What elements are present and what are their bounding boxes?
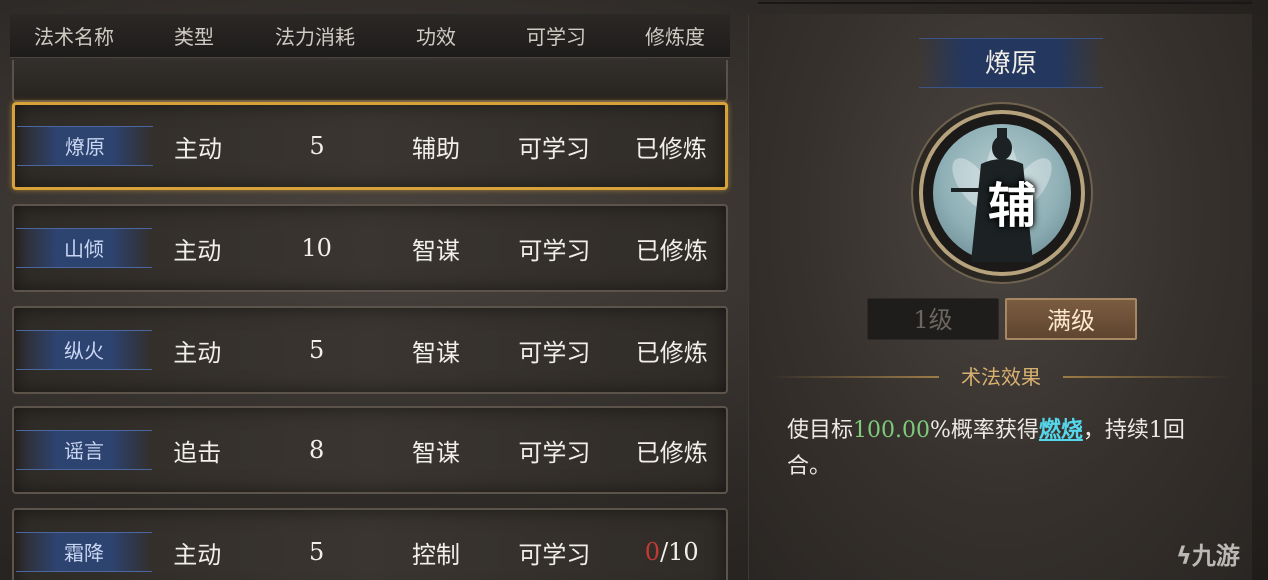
spell-progress: 已修炼 xyxy=(635,438,708,467)
table-row[interactable]: 燎原 主动 5 辅助 可学习 已修炼 xyxy=(12,102,728,190)
spell-effect: 智谋 xyxy=(411,236,460,265)
spell-type: 主动 xyxy=(173,338,222,367)
spell-type: 主动 xyxy=(173,540,222,569)
max-level-button[interactable]: 满级 xyxy=(1005,298,1137,340)
spell-learnable: 可学习 xyxy=(517,134,590,163)
spell-cost: 5 xyxy=(308,538,325,566)
spell-learnable: 可学习 xyxy=(518,338,591,367)
spell-cost: 5 xyxy=(308,336,325,364)
spell-cost: 10 xyxy=(301,234,332,262)
effect-section-header: 术法效果 xyxy=(769,364,1233,390)
spell-cost: 5 xyxy=(309,132,325,160)
spell-type-char: 辅 xyxy=(987,178,1036,234)
progress-current: 0 xyxy=(644,538,661,566)
header-name: 法术名称 xyxy=(34,25,114,49)
spell-learnable: 可学习 xyxy=(518,438,591,467)
table-header: 法术名称 类型 法力消耗 功效 可学习 修炼度 xyxy=(10,14,730,58)
table-row-partial[interactable] xyxy=(12,60,728,102)
progress-total: /10 xyxy=(660,538,699,566)
spell-effect: 控制 xyxy=(411,540,460,569)
effect-header-label: 术法效果 xyxy=(961,365,1041,389)
spell-medallion: 辅 xyxy=(919,110,1085,276)
spell-progress: 0/10 xyxy=(617,538,726,566)
effect-description: 使目标100.00%概率获得燃烧，持续1回合。 xyxy=(787,412,1227,485)
spell-detail-panel: 燎原 辅 1级 满级 术法效果 使目标100.00%概率获得燃烧，持续1回合。 xyxy=(748,14,1252,580)
table-row[interactable]: 谣言 追击 8 智谋 可学习 已修炼 xyxy=(12,406,728,494)
spell-name: 燎原 xyxy=(17,126,153,166)
table-row[interactable]: 霜降 主动 5 控制 可学习 0/10 xyxy=(12,508,728,580)
spell-name: 纵火 xyxy=(16,330,152,370)
spell-name: 谣言 xyxy=(16,430,152,470)
watermark-text: 九游 xyxy=(1191,542,1240,570)
spell-learnable: 可学习 xyxy=(518,540,591,569)
header-progress: 修炼度 xyxy=(645,25,705,49)
spell-name: 霜降 xyxy=(16,532,152,572)
spell-table: 法术名称 类型 法力消耗 功效 可学习 修炼度 燎原 主动 5 辅助 可学习 已… xyxy=(10,14,730,580)
spell-type: 追击 xyxy=(173,438,222,467)
spell-learnable: 可学习 xyxy=(518,236,591,265)
effect-prefix: 使目标 xyxy=(787,418,854,443)
spell-progress: 已修炼 xyxy=(635,236,708,265)
header-effect: 功效 xyxy=(416,25,456,49)
portrait-icon: 辅 xyxy=(933,124,1071,262)
spell-effect: 智谋 xyxy=(411,338,460,367)
spell-progress: 已修炼 xyxy=(635,338,708,367)
spell-type: 主动 xyxy=(174,134,223,163)
header-cost: 法力消耗 xyxy=(275,25,355,49)
table-row[interactable]: 纵火 主动 5 智谋 可学习 已修炼 xyxy=(12,306,728,394)
lightning-icon: ϟ xyxy=(1176,542,1192,570)
spell-effect: 辅助 xyxy=(411,134,460,163)
effect-mid: %概率获得 xyxy=(930,418,1039,443)
spell-cost: 8 xyxy=(308,436,325,464)
spell-progress: 已修炼 xyxy=(634,134,707,163)
watermark-logo: ϟ九游 xyxy=(1176,536,1266,576)
level-1-button[interactable]: 1级 xyxy=(867,298,999,340)
spell-name: 山倾 xyxy=(16,228,152,268)
spell-effect: 智谋 xyxy=(411,438,460,467)
header-learnable: 可学习 xyxy=(526,25,586,49)
burn-status-link[interactable]: 燃烧 xyxy=(1039,417,1083,443)
effect-percent: 100.00 xyxy=(853,418,930,443)
header-type: 类型 xyxy=(174,25,214,49)
table-row[interactable]: 山倾 主动 10 智谋 可学习 已修炼 xyxy=(12,204,728,292)
top-strip xyxy=(758,0,1252,4)
spell-type: 主动 xyxy=(173,236,222,265)
spell-detail-title: 燎原 xyxy=(919,38,1103,88)
